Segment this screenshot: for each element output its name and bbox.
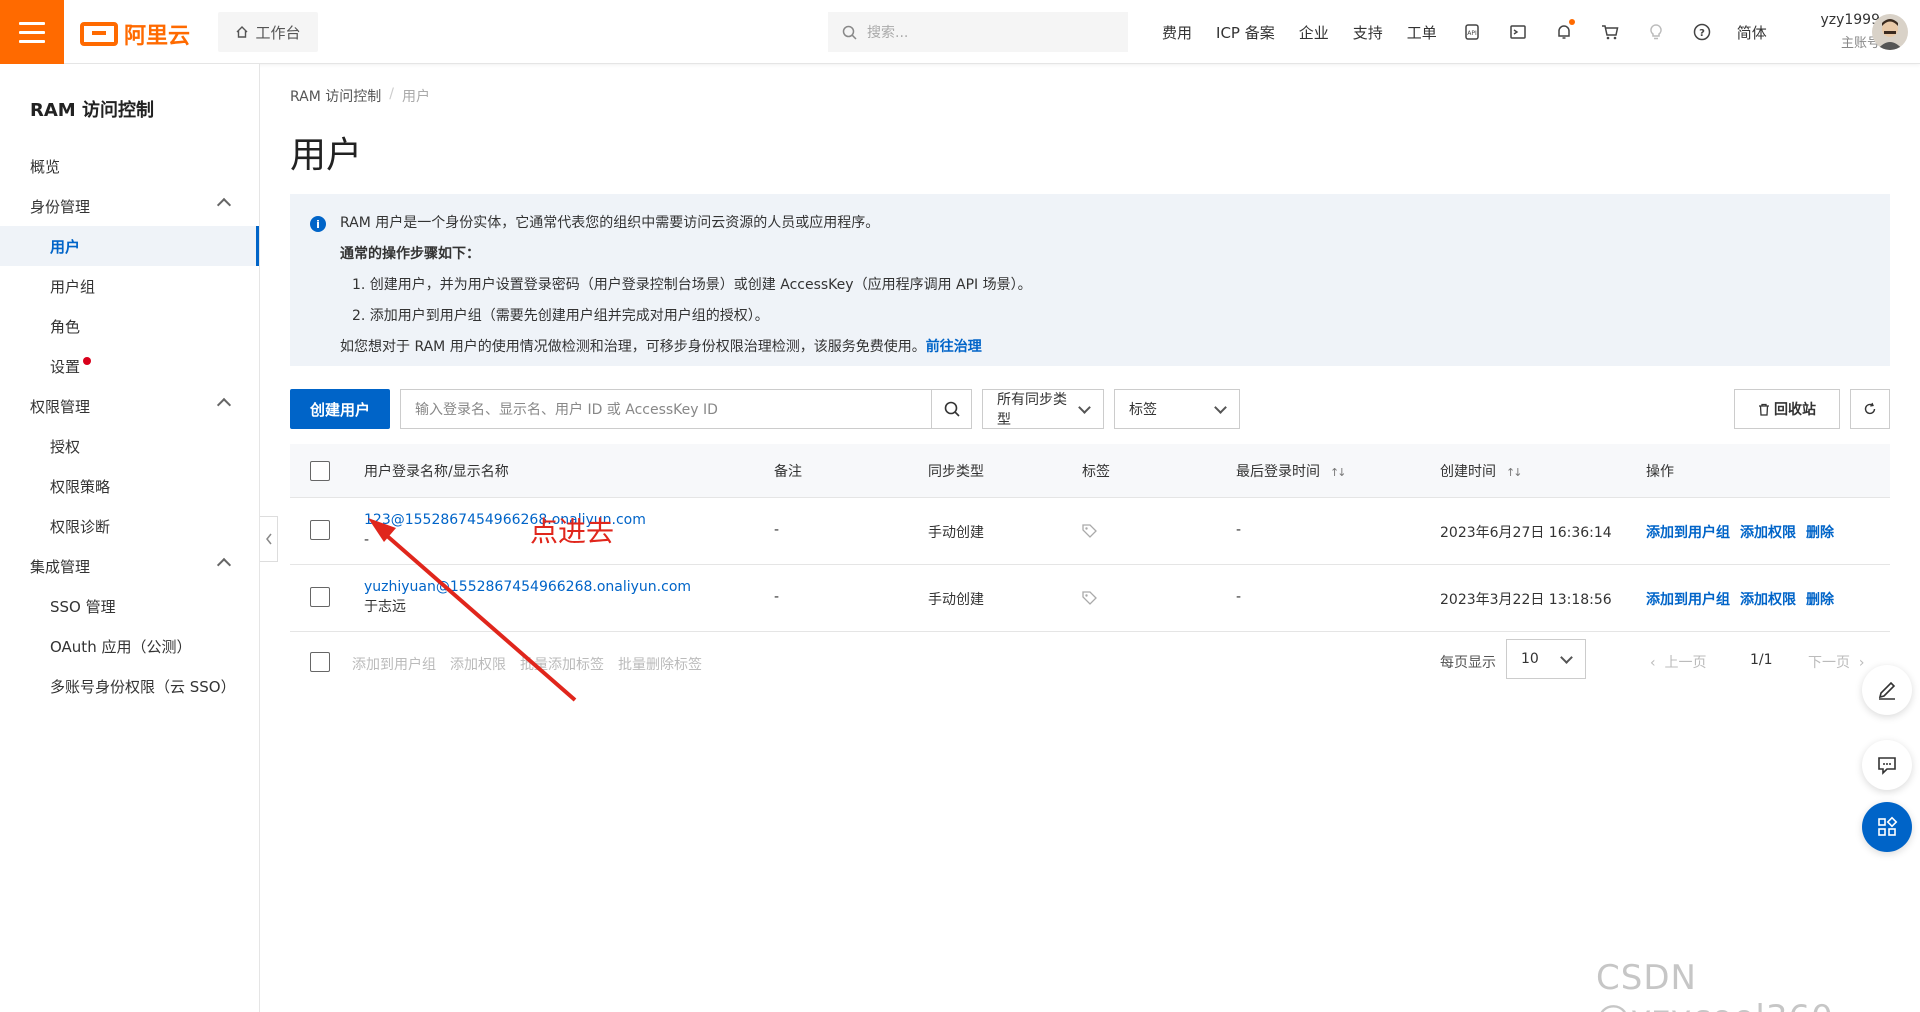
chat-icon <box>1878 757 1896 775</box>
pencil-icon <box>1878 681 1896 700</box>
edit-feedback-button[interactable] <box>1862 665 1912 715</box>
watermark: CSDN @yzycool360 <box>1596 958 1833 1012</box>
grid-icon <box>1878 816 1898 836</box>
apps-button[interactable] <box>1862 802 1912 852</box>
chat-button[interactable] <box>1862 740 1912 790</box>
annotation-text: 点进去 <box>530 515 615 548</box>
app-root: { "topbar": { "brand": "阿里云", "workbench… <box>0 0 1920 1012</box>
annotation-arrow <box>368 518 577 702</box>
